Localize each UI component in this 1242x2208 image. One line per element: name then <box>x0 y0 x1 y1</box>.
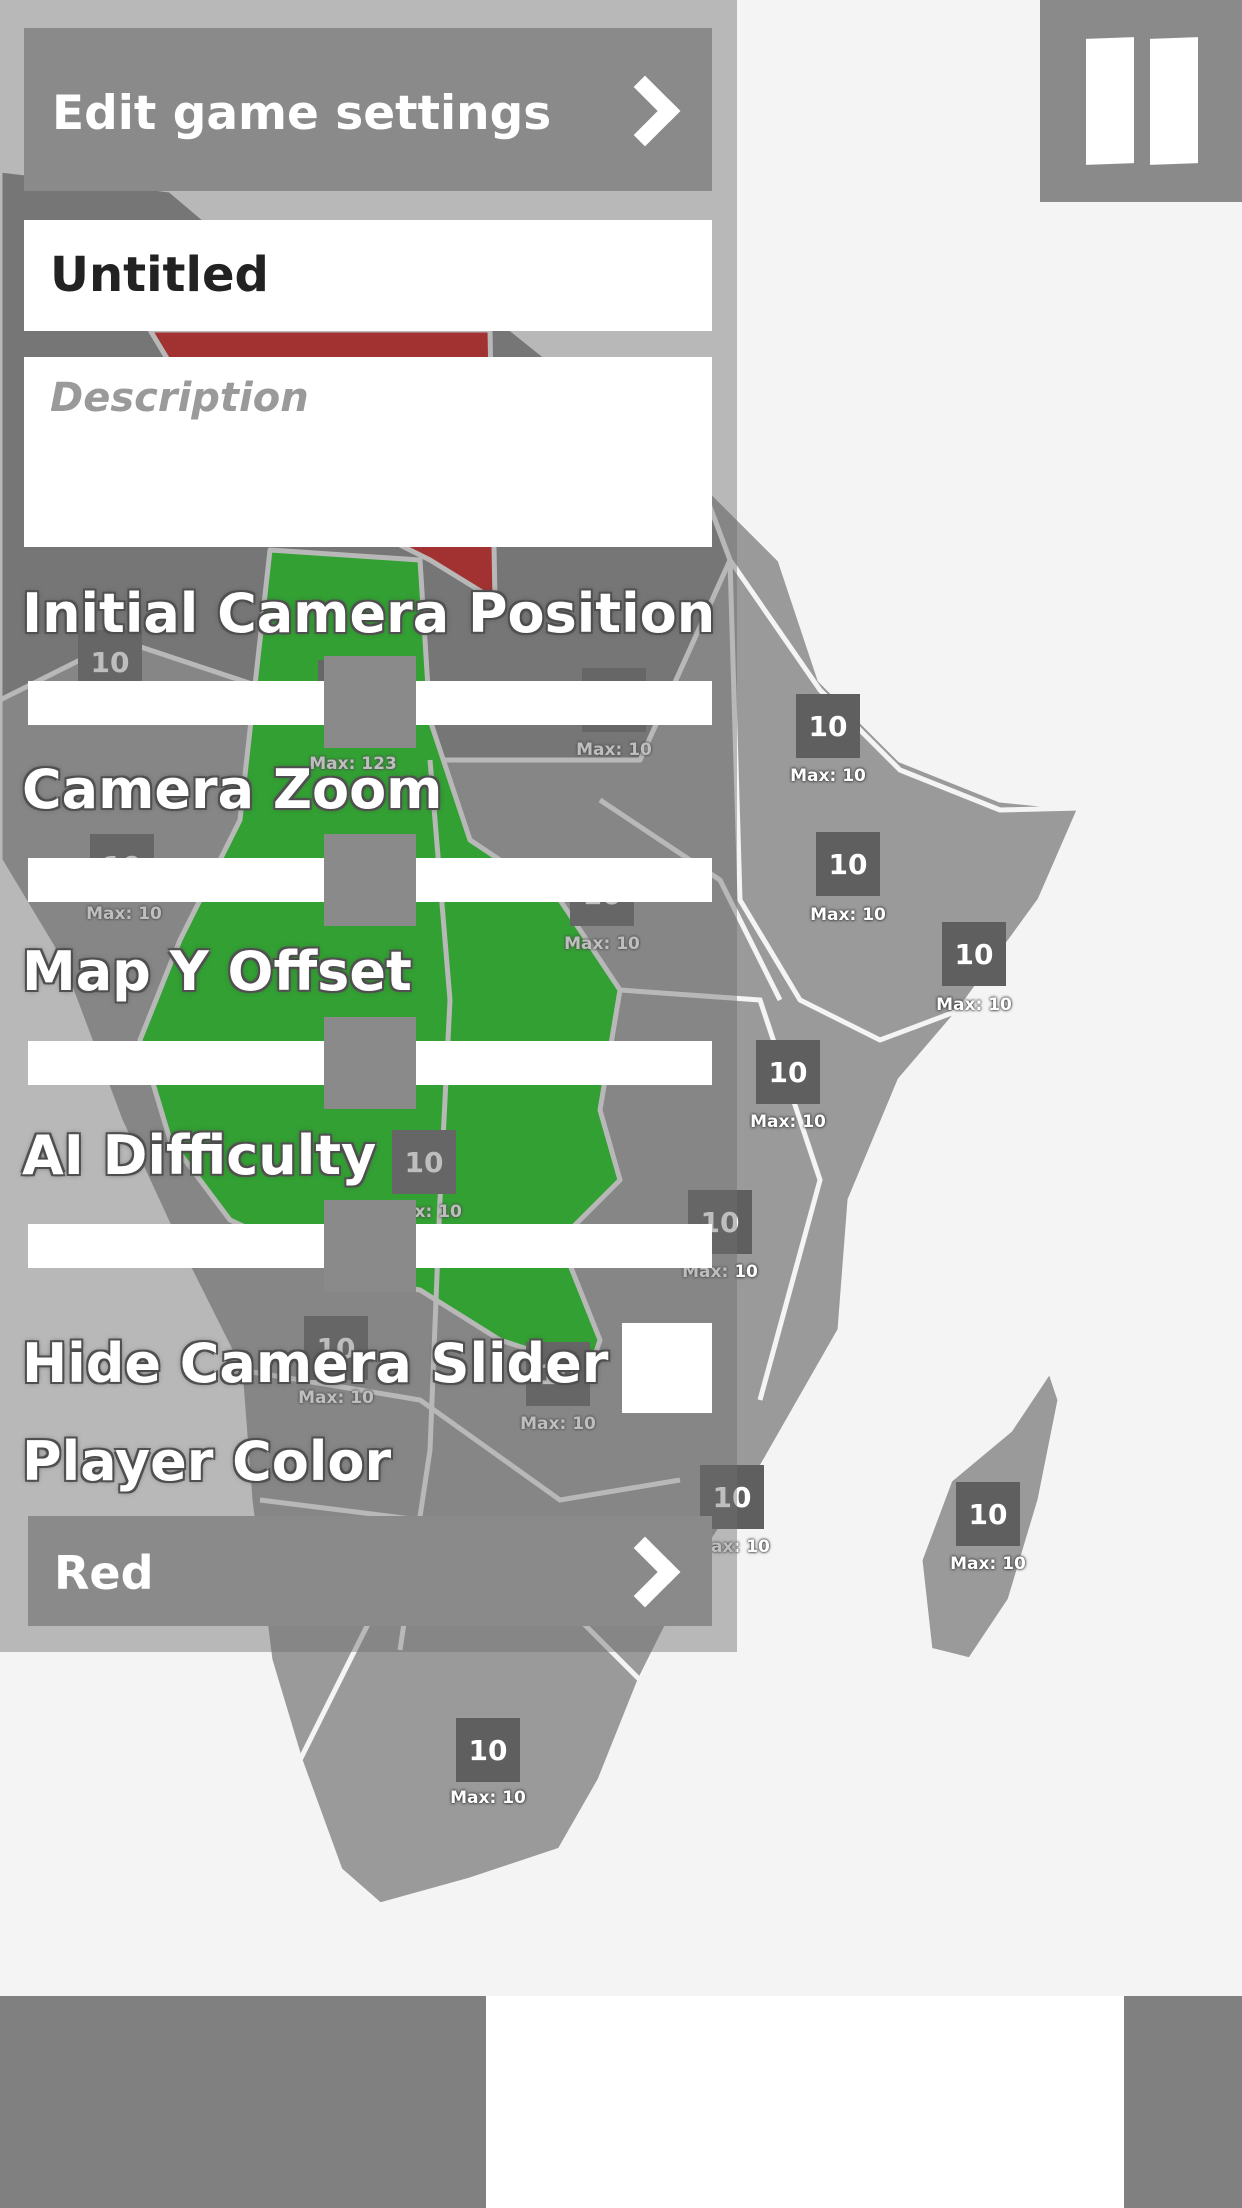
hide-camera-slider-label: Hide Camera Slider <box>22 1332 609 1395</box>
region-badge[interactable]: 10 <box>956 1482 1020 1546</box>
region-max-label: Max: 10 <box>810 905 886 925</box>
camera-position-knob[interactable] <box>324 656 416 748</box>
pause-icon <box>1150 37 1198 165</box>
region-badge[interactable]: 10 <box>816 832 880 896</box>
camera-zoom-knob[interactable] <box>324 834 416 926</box>
camera-position-label: Initial Camera Position <box>22 582 716 645</box>
region-max-label: Max: 10 <box>790 766 866 786</box>
hide-camera-slider-checkbox[interactable] <box>622 1323 712 1413</box>
player-color-label: Player Color <box>22 1430 392 1493</box>
description-input[interactable]: Description <box>24 357 712 547</box>
pause-icon <box>1086 37 1134 165</box>
edit-settings-button[interactable]: Edit game settings <box>24 28 712 191</box>
region-badge[interactable]: 10 <box>756 1040 820 1104</box>
region-max-label: Max: 10 <box>450 1788 526 1808</box>
region-badge[interactable]: 10 <box>942 922 1006 986</box>
pause-button[interactable] <box>1040 0 1242 202</box>
map-y-offset-knob[interactable] <box>324 1017 416 1109</box>
chevron-right-icon <box>609 75 681 146</box>
ai-difficulty-label: AI Difficulty <box>22 1124 377 1187</box>
region-east-horn <box>727 557 1083 1043</box>
bottom-center-panel <box>486 1996 1124 2208</box>
ai-difficulty-knob[interactable] <box>324 1200 416 1292</box>
edit-settings-label: Edit game settings <box>52 86 552 141</box>
region-max-label: Max: 10 <box>936 995 1012 1015</box>
camera-zoom-label: Camera Zoom <box>22 758 443 821</box>
map-y-offset-label: Map Y Offset <box>22 940 412 1003</box>
settings-panel: Edit game settings Untitled Description … <box>0 0 737 1652</box>
region-max-label: Max: 10 <box>750 1112 826 1132</box>
player-color-dropdown[interactable]: Red <box>28 1516 712 1626</box>
region-badge[interactable]: 10 <box>456 1718 520 1782</box>
region-badge[interactable]: 10 <box>796 694 860 758</box>
player-color-value: Red <box>54 1546 154 1600</box>
chevron-right-icon <box>609 1536 681 1608</box>
title-input[interactable]: Untitled <box>24 220 712 331</box>
bottom-right-button[interactable] <box>1124 1996 1242 2208</box>
bottom-left-button[interactable] <box>0 1996 486 2208</box>
region-max-label: Max: 10 <box>950 1554 1026 1574</box>
